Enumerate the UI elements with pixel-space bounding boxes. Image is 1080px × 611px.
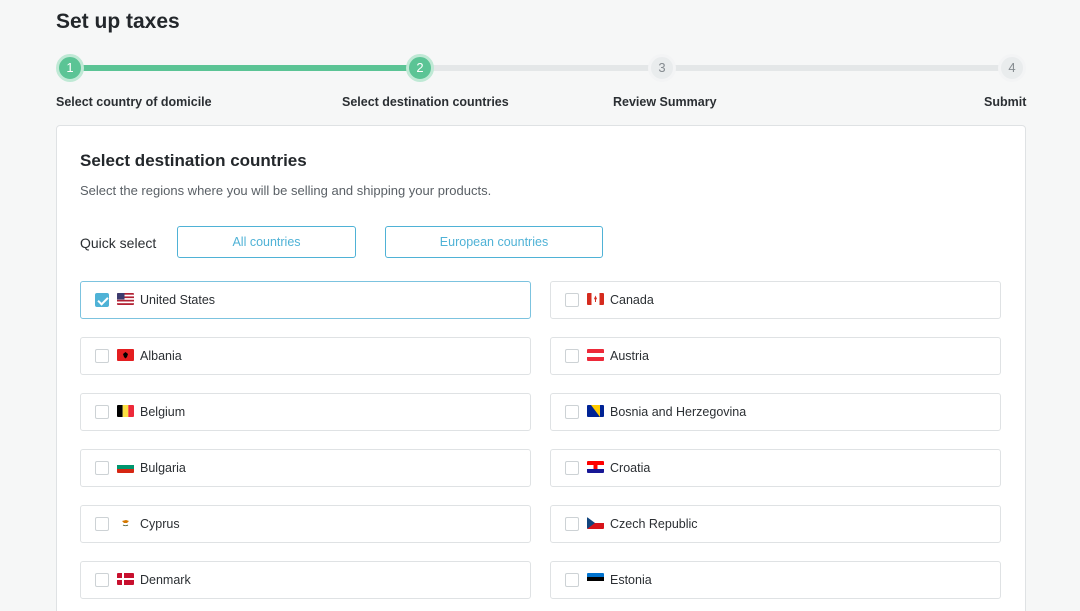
- country-name: Albania: [140, 349, 182, 363]
- quick-select-label: Quick select: [80, 235, 157, 251]
- country-option-czech-republic[interactable]: Czech Republic: [550, 505, 1001, 543]
- country-option-croatia[interactable]: Croatia: [550, 449, 1001, 487]
- stepper-progress-fill: [70, 65, 422, 71]
- card-subtitle: Select the regions where you will be sel…: [80, 183, 492, 198]
- country-name: Belgium: [140, 405, 186, 419]
- country-name: Czech Republic: [610, 517, 698, 531]
- country-option-bosnia-and-herzegovina[interactable]: Bosnia and Herzegovina: [550, 393, 1001, 431]
- checkbox[interactable]: [95, 405, 109, 419]
- step-1-label: Select country of domicile: [56, 95, 212, 109]
- country-option-austria[interactable]: Austria: [550, 337, 1001, 375]
- all-countries-button[interactable]: All countries: [177, 226, 356, 258]
- country-name: United States: [140, 293, 216, 307]
- albania-flag-icon: [117, 349, 134, 361]
- country-name: Bosnia and Herzegovina: [610, 405, 747, 419]
- step-3-label: Review Summary: [613, 95, 717, 109]
- progress-stepper: 1 Select country of domicile 2 Select de…: [56, 54, 1026, 114]
- page-title: Set up taxes: [56, 10, 180, 33]
- country-option-united-states[interactable]: United States: [80, 281, 531, 319]
- step-2-circle: 2: [406, 54, 434, 82]
- country-option-estonia[interactable]: Estonia: [550, 561, 1001, 599]
- european-countries-button[interactable]: European countries: [385, 226, 603, 258]
- country-option-canada[interactable]: Canada: [550, 281, 1001, 319]
- austria-flag-icon: [587, 349, 604, 361]
- country-name: Austria: [610, 349, 649, 363]
- checkbox[interactable]: [95, 293, 109, 307]
- checkbox[interactable]: [95, 573, 109, 587]
- step-4-circle: 4: [998, 54, 1026, 82]
- country-name: Estonia: [610, 573, 652, 587]
- checkbox[interactable]: [565, 405, 579, 419]
- estonia-flag-icon: [587, 573, 604, 585]
- country-option-albania[interactable]: Albania: [80, 337, 531, 375]
- canada-flag-icon: [587, 293, 604, 305]
- destination-countries-card: Select destination countries Select the …: [56, 125, 1026, 611]
- step-1-circle: 1: [56, 54, 84, 82]
- card-title: Select destination countries: [80, 151, 307, 170]
- country-name: Croatia: [610, 461, 651, 475]
- step-2-label: Select destination countries: [342, 95, 509, 109]
- czech-flag-icon: [587, 517, 604, 529]
- us-flag-icon: [117, 293, 134, 305]
- croatia-flag-icon: [587, 461, 604, 473]
- checkbox[interactable]: [565, 517, 579, 531]
- denmark-flag-icon: [117, 573, 134, 585]
- country-option-belgium[interactable]: Belgium: [80, 393, 531, 431]
- bulgaria-flag-icon: [117, 461, 134, 473]
- country-option-denmark[interactable]: Denmark: [80, 561, 531, 599]
- country-name: Canada: [610, 293, 654, 307]
- country-name: Cyprus: [140, 517, 180, 531]
- country-name: Denmark: [140, 573, 191, 587]
- checkbox[interactable]: [565, 293, 579, 307]
- country-option-cyprus[interactable]: Cyprus: [80, 505, 531, 543]
- checkbox[interactable]: [565, 461, 579, 475]
- cyprus-flag-icon: [117, 517, 134, 529]
- checkbox[interactable]: [95, 517, 109, 531]
- step-3-circle: 3: [648, 54, 676, 82]
- checkbox[interactable]: [95, 349, 109, 363]
- country-option-bulgaria[interactable]: Bulgaria: [80, 449, 531, 487]
- step-4-label: Submit: [984, 95, 1027, 109]
- checkbox[interactable]: [565, 349, 579, 363]
- country-name: Bulgaria: [140, 461, 186, 475]
- bosnia-flag-icon: [587, 405, 604, 417]
- checkbox[interactable]: [565, 573, 579, 587]
- belgium-flag-icon: [117, 405, 134, 417]
- checkbox[interactable]: [95, 461, 109, 475]
